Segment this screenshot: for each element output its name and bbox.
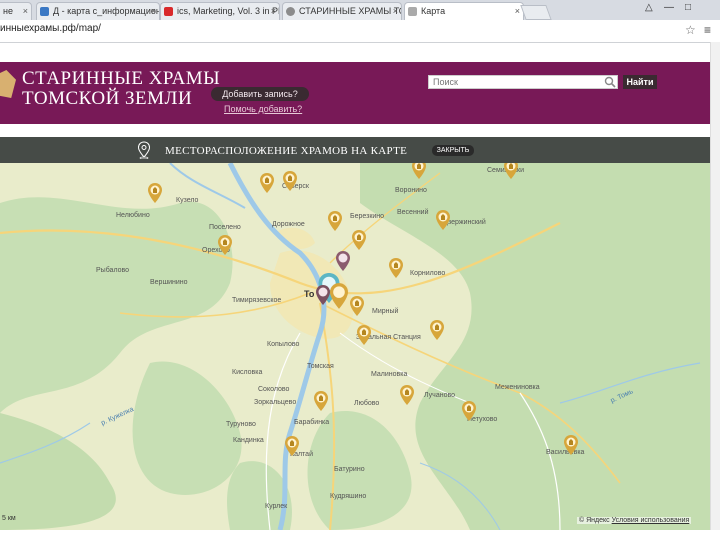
browser-tab[interactable]: СТАРИННЫЕ ХРАМЫ ТОМ ×: [282, 2, 402, 20]
maximize-icon[interactable]: □: [685, 2, 691, 13]
map-label-tomsk: То: [304, 289, 315, 299]
site-title[interactable]: СТАРИННЫЕ ХРАМЫ ТОМСКОЙ ЗЕМЛИ: [22, 69, 220, 109]
bookmark-star-icon[interactable]: ☆: [685, 23, 696, 37]
search-input[interactable]: [428, 75, 618, 89]
map-label-baturino: Батурино: [334, 466, 365, 473]
search-icon[interactable]: [604, 76, 616, 88]
tab-title: Д - карта с_информационн: [53, 6, 160, 16]
map-label-barabinka: Барабинка: [294, 419, 330, 426]
map-label-kuzhelo: Кузело: [176, 197, 199, 204]
church-marker-icon[interactable]: [330, 283, 348, 309]
church-marker-icon[interactable]: [350, 296, 364, 316]
close-tab-icon[interactable]: ×: [271, 3, 276, 19]
map-label-lyubovo: Любово: [354, 400, 380, 407]
map-label-kornilovo: Корнилово: [410, 270, 446, 277]
user-icon[interactable]: △: [645, 2, 653, 13]
church-marker-icon[interactable]: [285, 436, 299, 456]
map-scale: 5 км: [2, 515, 16, 522]
map-label-zorkaltsevo: Зоркальцево: [254, 399, 297, 406]
map-label-vershinino: Вершинино: [150, 279, 188, 286]
map-label-dorozhnoe: Дорожное: [272, 221, 305, 228]
church-marker-selected-icon[interactable]: [336, 251, 350, 271]
minimize-icon[interactable]: —: [664, 2, 674, 13]
help-add-link[interactable]: Помочь добавить?: [224, 104, 302, 114]
map-label-timiryazevo: Тимирязевское: [232, 297, 282, 304]
map-label-kudryashi: Кудряшино: [330, 493, 367, 500]
browser-tab-active[interactable]: Карта ×: [404, 2, 524, 20]
browser-tab[interactable]: нe ×: [0, 2, 32, 20]
tab-title: СТАРИННЫЕ ХРАМЫ ТОМ: [299, 6, 402, 16]
map-label-lucheno: Лучаново: [424, 392, 456, 399]
church-marker-icon[interactable]: [400, 385, 414, 405]
map-label-malinovka: Малиновка: [371, 371, 408, 378]
map-label-vesennee: Весенний: [397, 209, 429, 216]
find-button[interactable]: Найти: [623, 75, 657, 89]
map-section-title: МЕСТОРАСПОЛОЖЕНИЕ ХРАМОВ НА КАРТЕ: [165, 145, 408, 157]
close-tab-icon[interactable]: ×: [515, 3, 520, 19]
map-label-mezheninovka: Межениновка: [495, 384, 540, 391]
map-copyright: © Яндекс Условия использования: [577, 517, 692, 524]
church-marker-icon[interactable]: [462, 401, 476, 421]
browser-tab[interactable]: ics, Marketing, Vol. 3 in PDF ×: [160, 2, 280, 20]
church-marker-icon[interactable]: [436, 210, 450, 230]
church-marker-icon[interactable]: [314, 391, 328, 411]
add-record-button[interactable]: Добавить запись?: [211, 87, 309, 101]
terms-of-use-link[interactable]: Условия использования: [612, 517, 690, 524]
tab-title: нe: [3, 6, 13, 16]
site-title-line: ТОМСКОЙ ЗЕМЛИ: [22, 88, 193, 109]
browser-tab[interactable]: Д - карта с_информационн ×: [36, 2, 160, 20]
map-label-kandinka: Кандинка: [233, 437, 264, 444]
location-pin-icon: [137, 141, 151, 159]
browser-tab-bar: нe × Д - карта с_информационн × ics, Mar…: [0, 0, 720, 20]
close-tab-icon[interactable]: ×: [151, 3, 156, 19]
tab-favicon-icon: [164, 7, 173, 16]
page-footer: [0, 530, 720, 540]
map-label-kurlek: Курлек: [265, 503, 288, 510]
tab-favicon-icon: [286, 7, 295, 16]
yandex-map[interactable]: Северск То Кузело Нелюбино Поселено Орех…: [0, 163, 710, 530]
address-bar[interactable]: инныехрамы.рф/map/ ☆ ≡: [0, 20, 720, 43]
tab-title: ics, Marketing, Vol. 3 in PDF: [177, 6, 280, 16]
new-tab-button[interactable]: [520, 5, 552, 20]
address-text[interactable]: инныехрамы.рф/map/: [0, 23, 101, 34]
church-marker-icon[interactable]: [564, 435, 578, 455]
browser-menu-icon[interactable]: ≡: [704, 23, 711, 37]
church-marker-icon[interactable]: [504, 163, 518, 179]
church-marker-icon[interactable]: [260, 173, 274, 193]
site-title-line: СТАРИННЫЕ ХРАМЫ: [22, 68, 221, 89]
church-marker-icon[interactable]: [389, 258, 403, 278]
map-label-ryabovo: Рыбалово: [96, 267, 130, 274]
church-marker-icon[interactable]: [357, 325, 371, 345]
map-label-nelyubino: Нелюбино: [116, 212, 150, 219]
map-label-kireevsk: Кисловка: [232, 369, 263, 376]
map-label-mirnyy: Мирный: [372, 308, 399, 315]
tab-title: Карта: [421, 6, 446, 16]
church-marker-icon[interactable]: [328, 211, 342, 231]
map-label-voronino: Воронино: [395, 187, 427, 194]
church-marker-icon[interactable]: [352, 230, 366, 250]
map-label-tomsk2: Томская: [307, 363, 334, 370]
tab-favicon-icon: [40, 7, 49, 16]
church-marker-icon[interactable]: [283, 171, 297, 191]
close-tab-icon[interactable]: ×: [23, 3, 28, 19]
church-marker-selected-icon[interactable]: [316, 285, 330, 305]
church-marker-icon[interactable]: [430, 320, 444, 340]
tab-favicon-icon: [408, 7, 417, 16]
page-scrollbar[interactable]: [710, 42, 720, 540]
map-label-berezkino: Березкино: [350, 213, 385, 220]
map-label-turuntaevo: Туруново: [226, 421, 256, 428]
close-map-button[interactable]: ЗАКРЫТЬ: [432, 145, 474, 156]
map-label-sokolovo: Соколово: [258, 386, 290, 393]
church-marker-icon[interactable]: [218, 235, 232, 255]
church-marker-icon[interactable]: [148, 183, 162, 203]
map-label-kopylovo: Копылово: [267, 341, 300, 348]
church-marker-icon[interactable]: [412, 163, 426, 179]
close-tab-icon[interactable]: ×: [393, 3, 398, 19]
copyright-text: © Яндекс: [579, 517, 610, 524]
map-label-poseleno: Поселено: [209, 224, 241, 231]
